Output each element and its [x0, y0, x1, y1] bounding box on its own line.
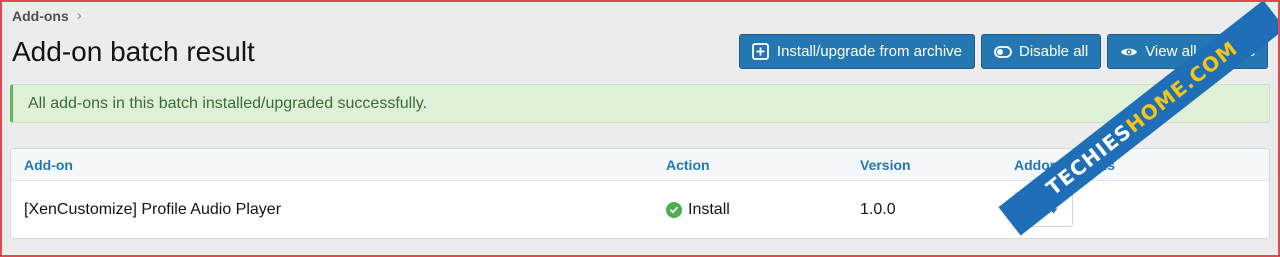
- plus-square-icon: [752, 43, 770, 61]
- addon-version: 1.0.0: [860, 200, 896, 218]
- success-message: All add-ons in this batch installed/upgr…: [28, 94, 428, 112]
- eye-icon: [1120, 43, 1138, 61]
- toggle-icon: [994, 43, 1012, 61]
- breadcrumb: Add-ons ›: [12, 7, 82, 24]
- check-circle-icon: [666, 201, 682, 218]
- breadcrumb-link-add-ons[interactable]: Add-ons: [12, 8, 69, 24]
- chevron-right-icon: ›: [76, 7, 82, 24]
- addon-name: [XenCustomize] Profile Audio Player: [24, 200, 282, 218]
- table-row: [XenCustomize] Profile Audio Player Inst…: [11, 181, 1269, 238]
- column-header-version: Version: [860, 156, 911, 173]
- install-upgrade-button[interactable]: Install/upgrade from archive: [738, 34, 975, 69]
- column-header-addon: Add-on: [24, 156, 73, 173]
- page-title: Add-on batch result: [12, 36, 255, 67]
- install-upgrade-label: Install/upgrade from archive: [776, 43, 962, 60]
- success-alert: All add-ons in this batch installed/upgr…: [10, 84, 1270, 123]
- column-header-action: Action: [666, 156, 710, 173]
- disable-all-label: Disable all: [1019, 43, 1089, 60]
- action-label: Install: [688, 200, 730, 218]
- action-status: Install: [666, 201, 860, 219]
- disable-all-button[interactable]: Disable all: [981, 34, 1102, 69]
